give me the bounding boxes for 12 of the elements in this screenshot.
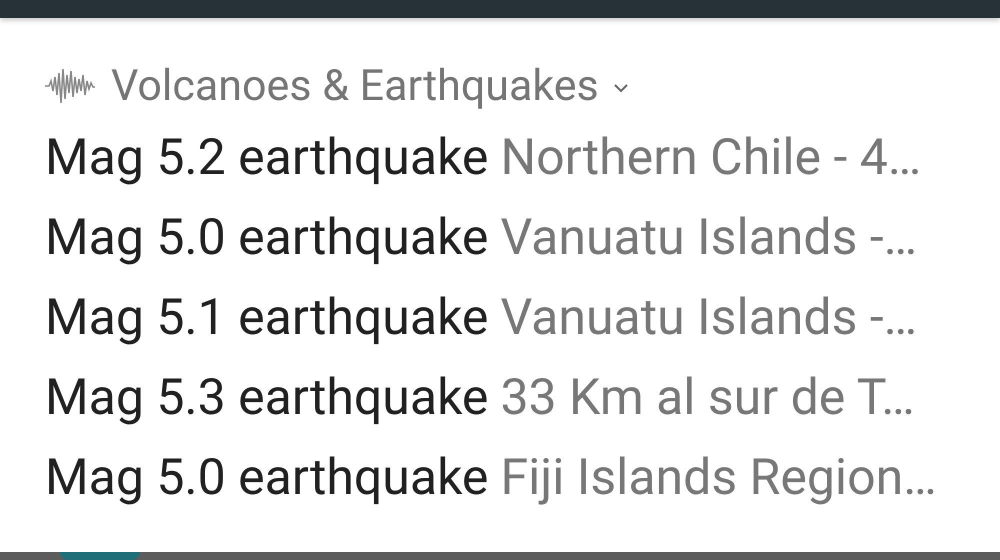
earthquake-location: Fiji Islands Region…: [500, 449, 937, 507]
chevron-icon[interactable]: [612, 83, 629, 93]
earthquake-title: Mag 5.3 earthquake: [45, 369, 488, 427]
earthquake-title: Mag 5.0 earthquake: [45, 209, 488, 267]
earthquake-location: Vanuatu Islands -…: [500, 209, 918, 267]
earthquake-location: 33 Km al sur de T…: [500, 369, 915, 427]
app-name: Volcanoes & Earthquakes: [111, 61, 599, 111]
earthquake-title: Mag 5.2 earthquake: [45, 129, 488, 187]
earthquake-location: Northern Chile - 4…: [500, 129, 922, 187]
earthquake-title: Mag 5.1 earthquake: [45, 289, 488, 347]
earthquake-title: Mag 5.0 earthquake: [45, 449, 488, 507]
earthquake-location: Vanuatu Islands -…: [500, 289, 918, 347]
